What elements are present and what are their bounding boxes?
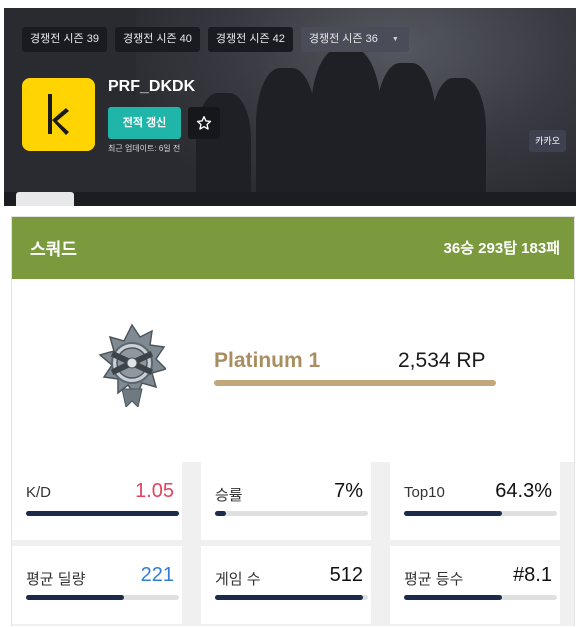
last-updated-text: 최근 업데이트: 6일 전 [108,144,181,153]
stat-value: #8.1 [513,564,552,586]
stat-bar-track [215,511,368,516]
tier-progress-bar [214,380,496,386]
stat-label: 평균 딜량 [26,571,86,588]
stat-value: 512 [329,564,363,586]
player-avatar [22,78,95,151]
stat-card-kd: K/D 1.05 [12,462,182,540]
profile-banner: 경쟁전 시즌 39 경쟁전 시즌 40 경쟁전 시즌 42 경쟁전 시즌 36 … [4,8,576,206]
squad-record: 36승 293탑 183패 [443,240,560,257]
stat-card-avg-damage: 평균 딜량 221 [12,546,182,624]
season-tab-39[interactable]: 경쟁전 시즌 39 [22,27,107,52]
stat-value: 7% [334,480,363,502]
squad-title: 스쿼드 [30,240,77,259]
stat-bar-fill [404,595,502,600]
stat-card-win-rate: 승률 7% [201,462,371,540]
stat-label: 게임 수 [215,571,261,588]
stat-label: K/D [26,484,52,501]
stat-card-avg-rank: 평균 등수 #8.1 [390,546,560,624]
stat-card-top10: Top10 64.3% [390,462,560,540]
stat-bar-track [404,595,557,600]
mode-tab-active[interactable] [16,192,74,206]
stat-value: 221 [140,564,174,586]
stat-bar-track [26,511,179,516]
caret-down-icon: ▼ [391,36,399,43]
k-logo-icon [48,94,69,135]
stat-bar-fill [215,511,226,516]
stat-bar-fill [26,595,124,600]
season-tabs: 경쟁전 시즌 39 경쟁전 시즌 40 경쟁전 시즌 42 경쟁전 시즌 36 … [22,27,409,52]
stat-label: Top10 [404,484,445,501]
star-icon [196,116,212,130]
platinum-rank-emblem-icon [98,323,166,407]
stat-bar-track [26,595,179,600]
stat-cards-area: K/D 1.05 승률 7% Top10 64.3% 평균 딜량 221 게임 … [12,462,574,626]
mode-tab-strip [4,192,576,206]
stat-label: 평균 등수 [404,571,464,588]
stat-card-games: 게임 수 512 [201,546,371,624]
stat-bar-track [215,595,368,600]
season-dropdown-label: 경쟁전 시즌 36 [308,33,378,45]
stat-value: 1.05 [135,480,174,502]
season-dropdown[interactable]: 경쟁전 시즌 36 ▼ [300,27,409,52]
platform-badge: 카카오 [529,130,566,152]
stat-bar-fill [215,595,364,600]
tier-rp: 2,534 RP [398,349,486,372]
season-tab-40[interactable]: 경쟁전 시즌 40 [114,27,200,52]
favorite-button[interactable] [188,107,220,139]
stat-label: 승률 [215,487,243,504]
stat-bar-fill [26,511,179,516]
player-name: PRF_DKDK [108,78,196,95]
squad-stats-panel: 스쿼드 36승 293탑 183패 Platinum 1 2,534 RP K/… [11,216,575,626]
tier-name: Platinum 1 [214,349,321,372]
season-tab-42[interactable]: 경쟁전 시즌 42 [207,27,293,52]
player-profile-page: 경쟁전 시즌 39 경쟁전 시즌 40 경쟁전 시즌 42 경쟁전 시즌 36 … [0,0,580,627]
squad-header: 스쿼드 36승 293탑 183패 [12,217,574,279]
refresh-stats-button[interactable]: 전적 갱신 [108,107,181,139]
stat-bar-track [404,511,557,516]
stat-bar-fill [404,511,503,516]
stat-value: 64.3% [495,480,552,502]
